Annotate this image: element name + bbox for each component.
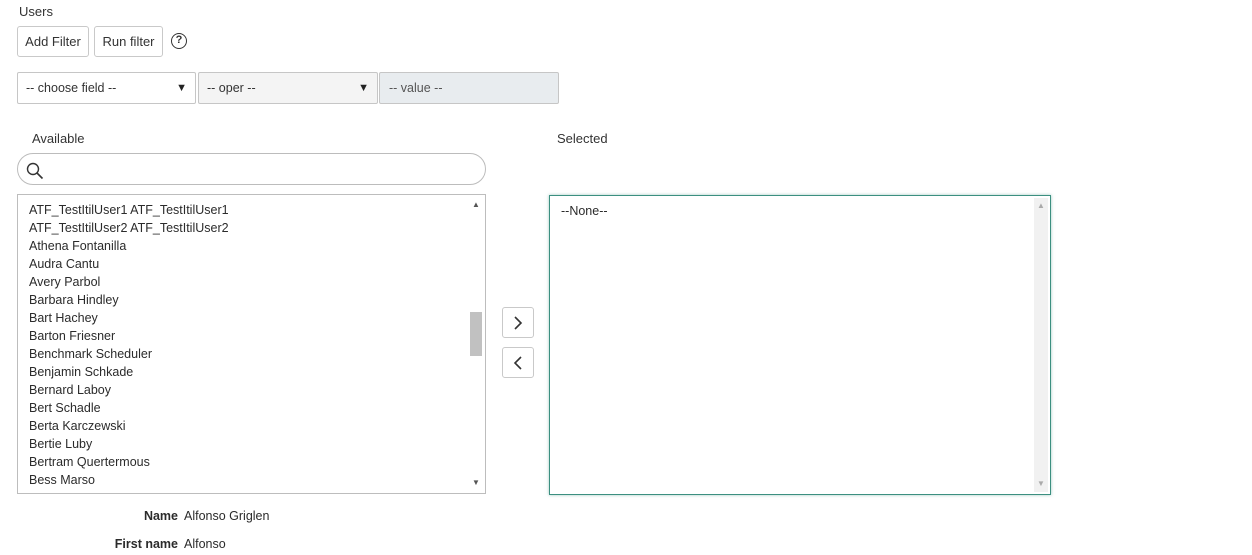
list-item[interactable]: Bernard Laboy: [29, 381, 485, 399]
list-item[interactable]: Benjamin Schkade: [29, 363, 485, 381]
name-value: Alfonso Griglen: [184, 509, 270, 523]
scroll-down-icon[interactable]: ▼: [1034, 478, 1048, 490]
available-label: Available: [32, 131, 85, 146]
add-to-selected-button[interactable]: [502, 307, 534, 338]
value-input-text: -- value --: [389, 81, 443, 95]
available-list[interactable]: ATF_TestItilUser1 ATF_TestItilUser1 ATF_T…: [17, 194, 486, 494]
name-label: Name: [143, 509, 178, 523]
selected-list[interactable]: --None-- ▲ ▼: [549, 195, 1051, 495]
list-item[interactable]: ATF_TestItilUser2 ATF_TestItilUser2: [29, 219, 485, 237]
list-item[interactable]: Avery Parbol: [29, 273, 485, 291]
help-icon[interactable]: ?: [171, 33, 187, 49]
operator-select[interactable]: -- oper -- ▼: [198, 72, 378, 104]
list-item[interactable]: Benchmark Scheduler: [29, 345, 485, 363]
chevron-right-icon: [514, 315, 523, 330]
remove-from-selected-button[interactable]: [502, 347, 534, 378]
list-item[interactable]: Bert Schadle: [29, 399, 485, 417]
list-item[interactable]: Berta Karczewski: [29, 417, 485, 435]
field-select[interactable]: -- choose field -- ▼: [17, 72, 196, 104]
list-item[interactable]: Barton Friesner: [29, 327, 485, 345]
dropdown-arrow-icon: ▼: [176, 82, 187, 94]
list-item[interactable]: Audra Cantu: [29, 255, 485, 273]
run-filter-button[interactable]: Run filter: [94, 26, 163, 57]
operator-select-value: -- oper --: [207, 81, 256, 95]
list-item[interactable]: Barbara Hindley: [29, 291, 485, 309]
search-icon: [26, 162, 44, 183]
first-name-value: Alfonso: [184, 537, 226, 551]
available-scrollbar[interactable]: ▲ ▼: [469, 197, 483, 491]
scroll-up-icon[interactable]: ▲: [469, 199, 483, 211]
scrollbar-thumb[interactable]: [470, 311, 482, 356]
first-name-label: First name: [114, 537, 178, 551]
field-select-value: -- choose field --: [26, 81, 117, 95]
scroll-down-icon[interactable]: ▼: [469, 477, 483, 489]
selected-scrollbar[interactable]: ▲ ▼: [1034, 198, 1048, 492]
list-item[interactable]: --None--: [561, 204, 608, 218]
dropdown-arrow-icon: ▼: [358, 82, 369, 94]
list-item[interactable]: Bertram Quertermous: [29, 453, 485, 471]
list-item[interactable]: Athena Fontanilla: [29, 237, 485, 255]
add-filter-button[interactable]: Add Filter: [17, 26, 89, 57]
available-search-input[interactable]: [17, 153, 486, 185]
list-item[interactable]: Bess Marso: [29, 471, 485, 489]
list-item[interactable]: Bertie Luby: [29, 435, 485, 453]
list-item[interactable]: Bart Hachey: [29, 309, 485, 327]
scroll-up-icon[interactable]: ▲: [1034, 200, 1048, 212]
value-input[interactable]: -- value --: [379, 72, 559, 104]
selected-label: Selected: [557, 131, 608, 146]
list-item[interactable]: ATF_TestItilUser1 ATF_TestItilUser1: [29, 201, 485, 219]
chevron-left-icon: [513, 355, 522, 370]
section-title: Users: [19, 4, 53, 19]
